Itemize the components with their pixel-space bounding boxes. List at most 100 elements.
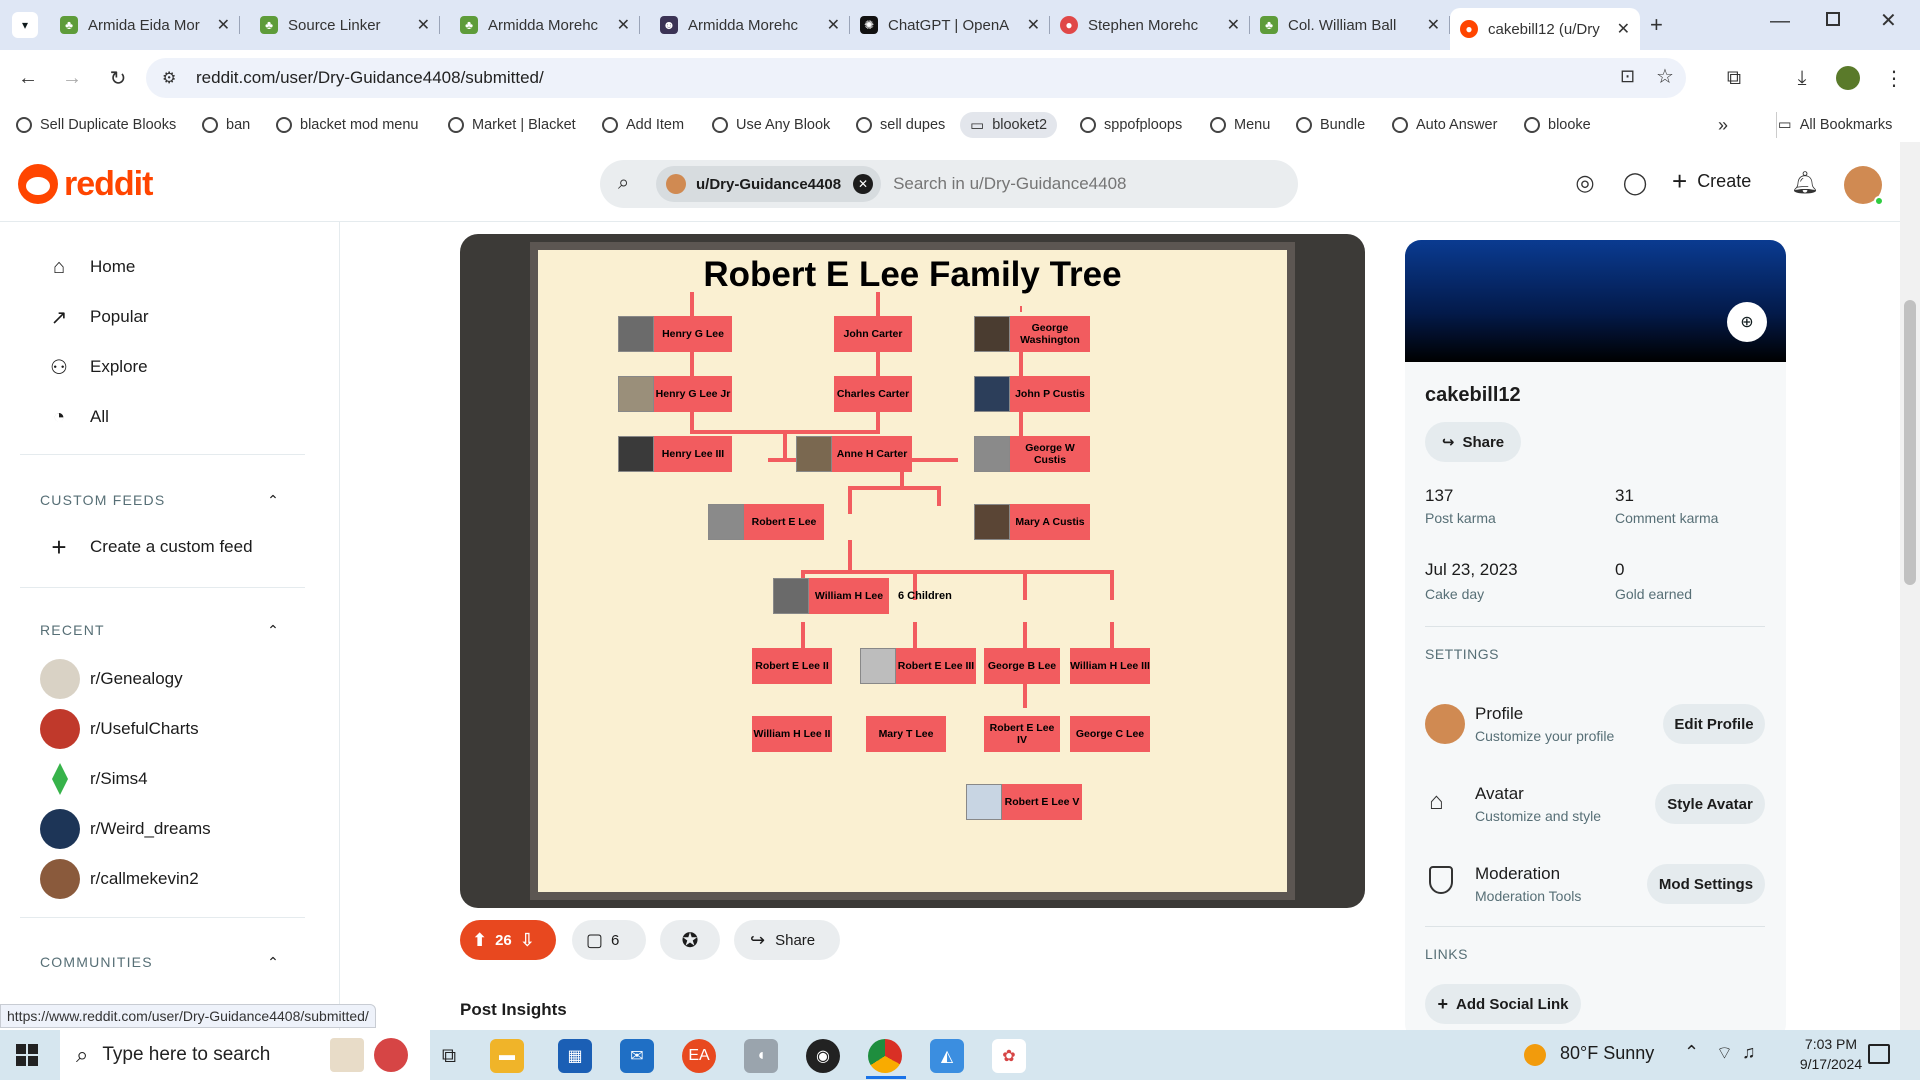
bookmark-item[interactable]: Market | Blacket xyxy=(448,112,576,138)
bookmark-item[interactable]: Add Item xyxy=(602,112,684,138)
obs-icon[interactable]: ◉ xyxy=(806,1039,840,1073)
weather-text[interactable]: 80°F Sunny xyxy=(1560,1043,1654,1064)
nav-explore[interactable]: ⚇ Explore xyxy=(46,347,148,387)
extensions-icon[interactable]: ⧉ xyxy=(1718,62,1750,94)
downvote-icon[interactable]: ⇩ xyxy=(520,930,535,951)
tab-0[interactable]: ♣ Armida Eida Mor ✕ xyxy=(50,8,240,42)
mod-settings-button[interactable]: Mod Settings xyxy=(1647,864,1765,904)
bookmark-item[interactable]: ban xyxy=(202,112,250,138)
task-view-icon[interactable]: ⧉ xyxy=(432,1039,466,1073)
close-icon[interactable]: ✕ xyxy=(827,15,840,35)
search-input[interactable] xyxy=(893,174,1274,194)
window-close-icon[interactable]: ✕ xyxy=(1880,8,1897,33)
taskbar-search[interactable]: ⌕ Type here to search xyxy=(60,1030,430,1080)
bookmark-item[interactable]: Use Any Blook xyxy=(712,112,830,138)
bookmark-item[interactable]: Bundle xyxy=(1296,112,1365,138)
volume-icon[interactable]: ♫ xyxy=(1742,1042,1756,1063)
create-button[interactable]: + Create xyxy=(1672,166,1751,197)
recent-header[interactable]: RECENT ⌃ xyxy=(40,622,280,639)
ea-app-icon[interactable]: EA xyxy=(682,1039,716,1073)
bookmark-item[interactable]: blooke xyxy=(1524,112,1591,138)
restore-icon[interactable] xyxy=(1826,12,1840,26)
recent-item[interactable]: r/Genealogy xyxy=(40,659,183,699)
nav-popular[interactable]: ↗ Popular xyxy=(46,297,149,337)
forward-icon[interactable]: → xyxy=(56,62,88,94)
chat-icon[interactable]: ◯ xyxy=(1620,168,1650,198)
install-app-icon[interactable]: ⊡ xyxy=(1620,66,1635,87)
photos-icon[interactable]: ◭ xyxy=(930,1039,964,1073)
site-info-icon[interactable]: ⚙ xyxy=(162,68,176,88)
url-text[interactable]: reddit.com/user/Dry-Guidance4408/submitt… xyxy=(196,68,544,88)
minimize-icon[interactable]: — xyxy=(1770,10,1790,33)
mail-icon[interactable]: ✉ xyxy=(620,1039,654,1073)
wifi-icon[interactable]: ⌔ xyxy=(1716,1042,1733,1065)
new-tab-icon[interactable]: + xyxy=(1650,12,1663,38)
tab-7-active[interactable]: ● cakebill12 (u/Dry ✕ xyxy=(1450,8,1640,50)
tab-3[interactable]: ☻ Armidda Morehc ✕ xyxy=(650,8,850,42)
clock[interactable]: 7:03 PM 9/17/2024 xyxy=(1786,1034,1876,1074)
recent-item[interactable]: r/UsefulCharts xyxy=(40,709,199,749)
bookmark-folder[interactable]: ▭ blooket2 xyxy=(960,112,1058,138)
checkmark-app-icon[interactable] xyxy=(374,1038,408,1072)
tab-4[interactable]: ✺ ChatGPT | OpenA ✕ xyxy=(850,8,1050,42)
create-custom-feed[interactable]: + Create a custom feed xyxy=(46,527,252,567)
tray-chevron-icon[interactable]: ⌃ xyxy=(1684,1042,1699,1063)
recent-item[interactable]: r/callmekevin2 xyxy=(40,859,199,899)
tab-search-chevron-icon[interactable]: ▾ xyxy=(12,12,38,38)
close-icon[interactable]: ✕ xyxy=(1227,15,1240,35)
upvote-icon[interactable]: ⬆ xyxy=(472,930,487,951)
profile-avatar-icon[interactable] xyxy=(1836,66,1860,90)
notepad-icon[interactable] xyxy=(330,1038,364,1072)
comments-button[interactable]: ▢ 6 xyxy=(572,920,646,960)
close-icon[interactable]: ✕ xyxy=(1027,15,1040,35)
recent-item[interactable]: r/Sims4 xyxy=(40,759,148,799)
profile-share-button[interactable]: ↪ Share xyxy=(1425,422,1521,462)
close-icon[interactable]: ✕ xyxy=(1427,15,1440,35)
back-icon[interactable]: ← xyxy=(12,62,44,94)
notification-center-icon[interactable] xyxy=(1868,1044,1890,1064)
windows-start-icon[interactable] xyxy=(16,1044,38,1066)
reddit-logo[interactable]: reddit xyxy=(18,164,153,204)
search-bar[interactable]: ⌕ u/Dry-Guidance4408 ✕ xyxy=(600,160,1298,208)
clear-scope-icon[interactable]: ✕ xyxy=(853,174,874,194)
store-icon[interactable]: ▦ xyxy=(558,1039,592,1073)
tab-1[interactable]: ♣ Source Linker ✕ xyxy=(250,8,440,42)
nav-home[interactable]: ⌂ Home xyxy=(46,247,135,287)
close-icon[interactable]: ✕ xyxy=(1617,19,1630,39)
bookmark-item[interactable]: sppofploops xyxy=(1080,112,1182,138)
reload-icon[interactable]: ↻ xyxy=(102,62,134,94)
advertise-icon[interactable]: ◎ xyxy=(1570,168,1600,198)
award-button[interactable]: ✪ xyxy=(660,920,720,960)
close-icon[interactable]: ✕ xyxy=(217,15,230,35)
bookmark-item[interactable]: Auto Answer xyxy=(1392,112,1497,138)
file-explorer-icon[interactable]: ▬ xyxy=(490,1039,524,1073)
style-avatar-button[interactable]: Style Avatar xyxy=(1655,784,1765,824)
tab-5[interactable]: ● Stephen Morehc ✕ xyxy=(1050,8,1250,42)
scrollbar-thumb[interactable] xyxy=(1904,300,1916,585)
bookmark-item[interactable]: Menu xyxy=(1210,112,1270,138)
search-scope-chip[interactable]: u/Dry-Guidance4408 ✕ xyxy=(656,166,882,202)
post-image[interactable]: Robert E Lee Family Tree Henry G Lee Hen… xyxy=(460,234,1365,908)
paint-app-icon[interactable]: ✿ xyxy=(992,1039,1026,1073)
camera-add-icon[interactable]: ⊕ xyxy=(1727,302,1767,342)
tab-6[interactable]: ♣ Col. William Ball ✕ xyxy=(1250,8,1450,42)
bookmark-item[interactable]: sell dupes xyxy=(856,112,945,138)
custom-feeds-header[interactable]: CUSTOM FEEDS ⌃ xyxy=(40,492,280,509)
nav-all[interactable]: ◔ All xyxy=(46,397,109,437)
download-icon[interactable]: ⤓ xyxy=(1786,62,1818,94)
weather-sun-icon[interactable] xyxy=(1524,1044,1546,1066)
add-social-link-button[interactable]: + Add Social Link xyxy=(1425,984,1581,1024)
chrome-icon[interactable] xyxy=(868,1039,902,1073)
bookmark-item[interactable]: blacket mod menu xyxy=(276,112,418,138)
bookmark-star-icon[interactable]: ☆ xyxy=(1656,64,1674,89)
close-icon[interactable]: ✕ xyxy=(617,15,630,35)
tab-2[interactable]: ♣ Armidda Morehc ✕ xyxy=(450,8,640,42)
omnibox[interactable]: ⚙ reddit.com/user/Dry-Guidance4408/submi… xyxy=(146,58,1686,98)
menu-kebab-icon[interactable]: ⋮ xyxy=(1878,62,1910,94)
more-bookmarks-icon[interactable]: » xyxy=(1718,112,1728,138)
recent-item[interactable]: r/Weird_dreams xyxy=(40,809,211,849)
bookmark-item[interactable]: Sell Duplicate Blooks xyxy=(16,112,176,138)
share-button[interactable]: ↪ Share xyxy=(734,920,840,960)
mouse-app-icon[interactable]: ◖ xyxy=(744,1039,778,1073)
edit-profile-button[interactable]: Edit Profile xyxy=(1663,704,1765,744)
